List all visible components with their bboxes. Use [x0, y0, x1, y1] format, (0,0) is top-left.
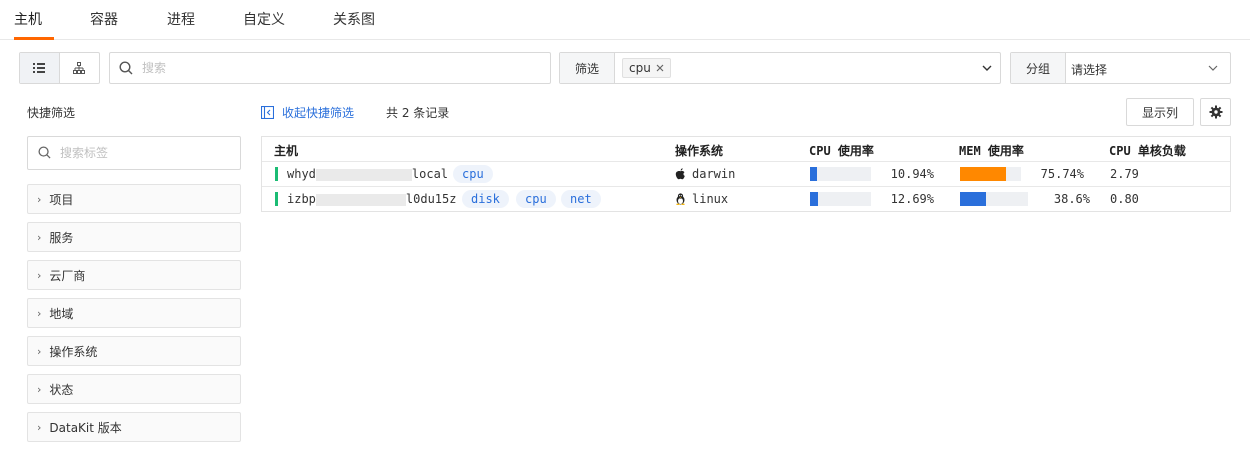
table-row[interactable]: izbp l0du15z disk cpu net linux 12.69% 38…	[262, 187, 1230, 212]
chevron-right-icon: ›	[37, 344, 42, 358]
topology-view-button[interactable]	[60, 53, 100, 83]
chevron-down-icon	[1208, 65, 1218, 71]
host-name[interactable]: izbp l0du15z	[287, 192, 456, 206]
view-mode-toggle	[19, 52, 100, 84]
quick-filter-label: 操作系统	[49, 344, 98, 359]
tag-search-input[interactable]	[60, 145, 230, 161]
column-header-os[interactable]: 操作系统	[675, 142, 723, 159]
filter-select[interactable]: 筛选 cpu	[559, 52, 1001, 84]
column-header-mem[interactable]: MEM 使用率	[959, 142, 1024, 159]
quick-filter-label: 状态	[49, 382, 74, 397]
mem-usage-value: 38.6%	[1053, 192, 1090, 206]
topology-icon	[73, 62, 86, 74]
tab-host[interactable]: 主机	[14, 9, 42, 29]
host-tag-cpu[interactable]: cpu	[453, 165, 493, 183]
list-icon	[33, 63, 46, 73]
tab-process[interactable]: 进程	[167, 9, 195, 29]
filter-tag-cpu: cpu	[622, 58, 671, 78]
status-indicator	[275, 192, 278, 206]
filter-label: 筛选	[560, 53, 615, 83]
chevron-right-icon: ›	[37, 306, 42, 320]
gear-icon	[1209, 105, 1222, 119]
group-select[interactable]: 分组 请选择	[1010, 52, 1231, 84]
collapse-quick-filter-button[interactable]: 收起快捷筛选	[261, 104, 354, 121]
collapse-panel-icon	[261, 106, 274, 119]
group-label: 分组	[1011, 53, 1066, 83]
host-name[interactable]: whyd local	[287, 167, 448, 181]
chevron-right-icon: ›	[37, 420, 42, 434]
chevron-down-icon	[982, 65, 992, 71]
search-input[interactable]	[142, 59, 542, 77]
chevron-right-icon: ›	[37, 192, 42, 206]
os-cell: linux	[675, 192, 728, 206]
quick-filter-label: 地域	[49, 306, 74, 321]
quick-filter-status[interactable]: › 状态	[27, 374, 241, 404]
apple-icon	[675, 168, 685, 180]
chevron-right-icon: ›	[37, 230, 42, 244]
host-tag-net[interactable]: net	[561, 190, 601, 208]
active-tab-indicator	[14, 37, 54, 40]
quick-filter-cloud-provider[interactable]: › 云厂商	[27, 260, 241, 290]
column-header-host[interactable]: 主机	[274, 142, 298, 159]
quick-filter-label: DataKit 版本	[49, 420, 122, 435]
close-icon[interactable]	[656, 64, 664, 72]
table-header: 主机 操作系统 CPU 使用率 MEM 使用率 CPU 单核负载	[262, 137, 1230, 162]
quick-filter-search	[27, 136, 241, 170]
mem-usage-bar	[960, 192, 1028, 206]
top-tabs: 主机 容器 进程 自定义 关系图	[0, 0, 1250, 40]
collapse-label: 收起快捷筛选	[282, 106, 355, 120]
table-row[interactable]: whyd local cpu darwin 10.94% 75.74% 2.79	[262, 162, 1230, 187]
group-value: 请选择	[1071, 63, 1108, 77]
quick-filter-os[interactable]: › 操作系统	[27, 336, 241, 366]
cpu-usage-value: 10.94%	[890, 167, 934, 181]
filter-tag-label: cpu	[629, 61, 651, 75]
display-columns-button[interactable]: 显示列	[1126, 98, 1194, 126]
cpu-load-value: 0.80	[1110, 192, 1139, 206]
mem-usage-bar	[960, 167, 1021, 181]
mem-usage-value: 75.74%	[1040, 167, 1084, 181]
column-header-cpu[interactable]: CPU 使用率	[809, 142, 874, 159]
quick-filter-label: 项目	[49, 192, 74, 207]
quick-filter-label: 云厂商	[49, 268, 86, 283]
os-cell: darwin	[675, 167, 735, 181]
mem-usage-fill	[960, 167, 1007, 181]
quick-filter-datakit-version[interactable]: › DataKit 版本	[27, 412, 241, 442]
os-name: linux	[692, 192, 729, 206]
quick-filter-label: 服务	[49, 230, 74, 245]
cpu-load-value: 2.79	[1110, 167, 1139, 181]
search-icon	[119, 61, 133, 75]
search-icon	[38, 146, 51, 159]
settings-button[interactable]	[1200, 98, 1231, 126]
status-indicator	[275, 167, 278, 181]
tab-container[interactable]: 容器	[90, 9, 118, 29]
search-box	[109, 52, 551, 84]
quick-filter-region[interactable]: › 地域	[27, 298, 241, 328]
cpu-usage-value: 12.69%	[890, 192, 934, 206]
linux-penguin-icon	[676, 193, 685, 205]
host-tag-disk[interactable]: disk	[462, 190, 509, 208]
cpu-usage-fill	[810, 192, 818, 206]
list-view-button[interactable]	[20, 53, 60, 83]
cpu-usage-fill	[810, 167, 817, 181]
cpu-usage-bar	[810, 167, 871, 181]
column-header-load[interactable]: CPU 单核负载	[1109, 142, 1186, 159]
os-name: darwin	[692, 167, 736, 181]
chevron-right-icon: ›	[37, 268, 42, 282]
tab-relation-graph[interactable]: 关系图	[333, 9, 375, 29]
quick-filter-project[interactable]: › 项目	[27, 184, 241, 214]
quick-filter-service[interactable]: › 服务	[27, 222, 241, 252]
tab-custom[interactable]: 自定义	[243, 9, 285, 29]
mem-usage-fill	[960, 192, 987, 206]
cpu-usage-bar	[810, 192, 871, 206]
host-table: 主机 操作系统 CPU 使用率 MEM 使用率 CPU 单核负载 whyd loc…	[261, 136, 1231, 212]
host-tag-cpu[interactable]: cpu	[516, 190, 556, 208]
record-count: 共 2 条记录	[386, 106, 450, 120]
quick-filter-title: 快捷筛选	[27, 106, 76, 120]
chevron-right-icon: ›	[37, 382, 42, 396]
